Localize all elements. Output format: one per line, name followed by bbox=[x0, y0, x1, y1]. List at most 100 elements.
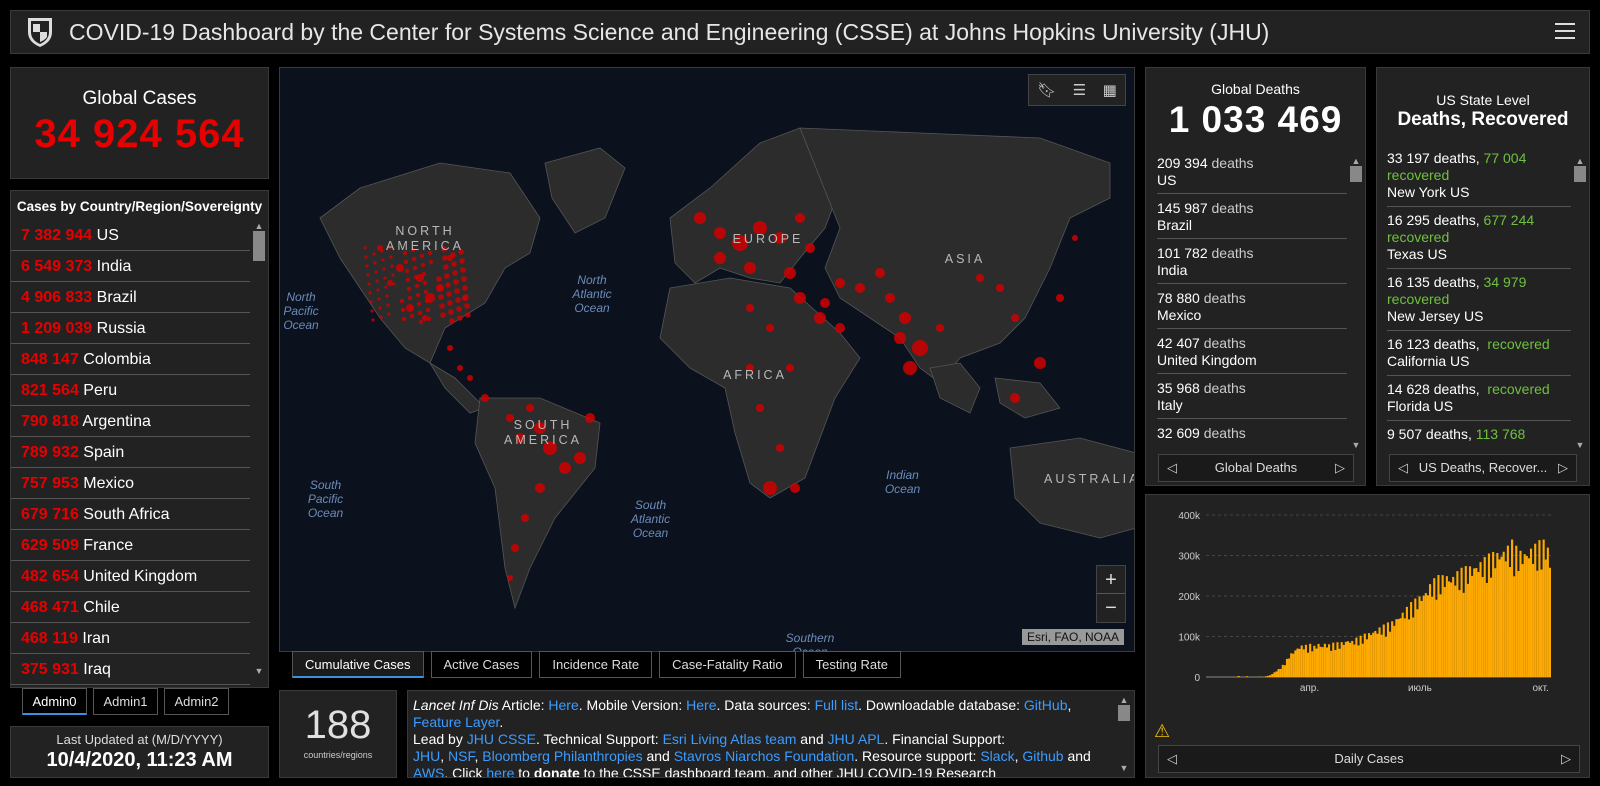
daily-bar[interactable] bbox=[1481, 577, 1484, 677]
esri-link[interactable]: Esri Living Atlas team bbox=[663, 731, 797, 747]
daily-bar[interactable] bbox=[1536, 570, 1539, 677]
info-scroll-down-arrow-icon[interactable]: ▼ bbox=[1118, 763, 1130, 773]
daily-bar[interactable] bbox=[1321, 647, 1324, 677]
case-bubble[interactable] bbox=[714, 227, 726, 239]
daily-bar[interactable] bbox=[1462, 592, 1465, 677]
map-canvas[interactable] bbox=[280, 68, 1135, 652]
case-bubble[interactable] bbox=[885, 293, 895, 303]
daily-bar[interactable] bbox=[1380, 634, 1383, 677]
daily-bar[interactable] bbox=[1437, 575, 1440, 677]
daily-bar[interactable] bbox=[1466, 583, 1469, 677]
case-bubble[interactable] bbox=[364, 255, 368, 259]
info-scroll-down[interactable]: ▼ bbox=[1118, 763, 1130, 773]
scrollbar-thumb[interactable] bbox=[253, 231, 265, 261]
case-bubble[interactable] bbox=[456, 306, 462, 312]
case-bubble[interactable] bbox=[1034, 357, 1046, 369]
case-bubble[interactable] bbox=[1011, 314, 1019, 322]
case-bubble[interactable] bbox=[814, 312, 826, 324]
daily-bar[interactable] bbox=[1370, 634, 1373, 677]
daily-bar[interactable] bbox=[1395, 619, 1398, 677]
daily-bar[interactable] bbox=[1523, 554, 1526, 677]
daily-bar[interactable] bbox=[1401, 612, 1404, 677]
case-bubble[interactable] bbox=[405, 277, 411, 283]
daily-bar[interactable] bbox=[1420, 600, 1423, 677]
case-bubble[interactable] bbox=[694, 212, 706, 224]
daily-bar[interactable] bbox=[1311, 651, 1314, 677]
death-row[interactable]: 32 609 deathsPeru bbox=[1157, 419, 1347, 445]
case-bubble[interactable] bbox=[457, 365, 463, 371]
daily-bar[interactable] bbox=[1330, 650, 1333, 677]
deaths-scrollbar[interactable]: ▲ bbox=[1350, 156, 1362, 182]
daily-bar[interactable] bbox=[1317, 643, 1320, 677]
case-bubble[interactable] bbox=[419, 253, 425, 259]
daily-bar[interactable] bbox=[1502, 551, 1505, 677]
daily-bar[interactable] bbox=[1357, 645, 1360, 677]
case-bubble[interactable] bbox=[386, 303, 390, 307]
case-bubble[interactable] bbox=[372, 252, 376, 256]
daily-bar[interactable] bbox=[1361, 643, 1364, 677]
daily-bar[interactable] bbox=[1428, 584, 1432, 677]
daily-bar[interactable] bbox=[1508, 567, 1512, 677]
case-bubble[interactable] bbox=[378, 306, 382, 310]
daily-bar[interactable] bbox=[1527, 558, 1530, 677]
daily-bar[interactable] bbox=[1544, 559, 1547, 677]
us-state-row[interactable]: 33 197 deaths, 77 004 recovered New York U… bbox=[1387, 145, 1571, 207]
daily-bar[interactable] bbox=[1279, 668, 1282, 677]
case-bubble[interactable] bbox=[459, 258, 465, 264]
daily-bar[interactable] bbox=[1294, 650, 1297, 677]
bloomberg-link[interactable]: Bloomberg Philanthropies bbox=[482, 748, 642, 764]
daily-bar[interactable] bbox=[1353, 644, 1356, 677]
daily-bar[interactable] bbox=[1515, 545, 1518, 677]
daily-bar[interactable] bbox=[1500, 556, 1503, 677]
daily-bar[interactable] bbox=[1397, 619, 1400, 677]
case-bubble[interactable] bbox=[795, 213, 805, 223]
daily-bar[interactable] bbox=[1315, 648, 1318, 677]
prev-arrow-icon[interactable]: ◁ bbox=[1167, 455, 1177, 481]
case-bubble[interactable] bbox=[763, 481, 777, 495]
case-bubble[interactable] bbox=[936, 324, 944, 332]
info-scroll-up-arrow-icon[interactable]: ▲ bbox=[1118, 695, 1130, 705]
tab-admin1[interactable]: Admin1 bbox=[93, 688, 158, 715]
zoom-in-button[interactable]: + bbox=[1097, 566, 1125, 594]
tab-admin0[interactable]: Admin0 bbox=[22, 688, 87, 715]
us-scroll-down-arrow-icon[interactable]: ▼ bbox=[1574, 440, 1586, 450]
daily-bar[interactable] bbox=[1439, 594, 1442, 677]
daily-bar[interactable] bbox=[1277, 669, 1280, 677]
mobile-version-link[interactable]: Here bbox=[686, 697, 716, 713]
daily-bar[interactable] bbox=[1389, 631, 1392, 677]
death-row[interactable]: 209 394 deaths US bbox=[1157, 149, 1347, 194]
daily-bar[interactable] bbox=[1393, 625, 1396, 677]
daily-bar[interactable] bbox=[1418, 596, 1421, 677]
here-link[interactable]: here bbox=[486, 765, 514, 777]
case-bubble[interactable] bbox=[417, 310, 423, 316]
case-bubble[interactable] bbox=[820, 298, 830, 308]
case-bubble[interactable] bbox=[443, 264, 449, 270]
article-link[interactable]: Here bbox=[548, 697, 578, 713]
case-bubble[interactable] bbox=[744, 262, 756, 274]
daily-bar[interactable] bbox=[1285, 658, 1289, 677]
daily-bar[interactable] bbox=[1534, 543, 1537, 677]
case-bubble[interactable] bbox=[385, 294, 389, 298]
tab-active-cases[interactable]: Active Cases bbox=[430, 651, 533, 678]
country-row[interactable]: 7 382 944 US bbox=[11, 220, 250, 251]
daily-bar[interactable] bbox=[1521, 564, 1524, 677]
death-row[interactable]: 101 782 deaths India bbox=[1157, 239, 1347, 284]
daily-bar[interactable] bbox=[1292, 653, 1295, 677]
daily-bar[interactable] bbox=[1483, 557, 1486, 677]
daily-bar[interactable] bbox=[1306, 652, 1310, 677]
hamburger-menu-icon[interactable] bbox=[1555, 23, 1575, 41]
case-bubble[interactable] bbox=[440, 312, 446, 318]
daily-bar[interactable] bbox=[1304, 644, 1307, 677]
case-bubble[interactable] bbox=[408, 304, 414, 310]
daily-bar[interactable] bbox=[1325, 647, 1329, 677]
daily-bar[interactable] bbox=[1477, 572, 1480, 677]
case-bubble[interactable] bbox=[574, 452, 586, 464]
case-bubble[interactable] bbox=[426, 316, 432, 322]
daily-bar[interactable] bbox=[1336, 642, 1339, 677]
deaths-scroll-down[interactable]: ▼ bbox=[1350, 440, 1362, 450]
daily-bar[interactable] bbox=[1458, 590, 1461, 677]
daily-bar[interactable] bbox=[1445, 576, 1448, 677]
case-bubble[interactable] bbox=[462, 285, 468, 291]
case-bubble[interactable] bbox=[401, 316, 407, 322]
case-bubble[interactable] bbox=[794, 292, 806, 304]
